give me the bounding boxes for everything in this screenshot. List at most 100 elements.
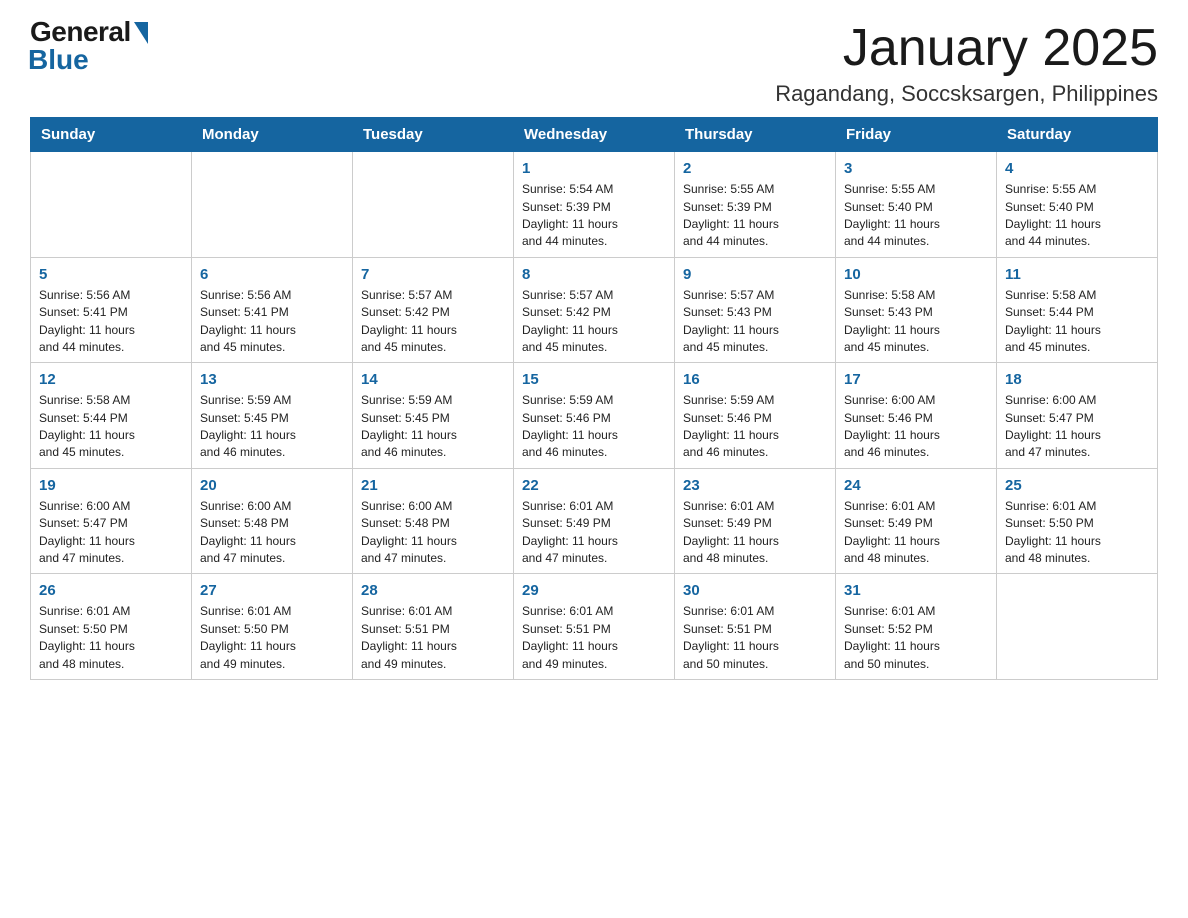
cell-day-number: 19 xyxy=(39,475,183,496)
cell-sun-info: Sunrise: 5:59 AM Sunset: 5:46 PM Dayligh… xyxy=(683,392,827,462)
cell-day-number: 14 xyxy=(361,369,505,390)
cell-sun-info: Sunrise: 5:59 AM Sunset: 5:45 PM Dayligh… xyxy=(200,392,344,462)
cell-sun-info: Sunrise: 6:01 AM Sunset: 5:52 PM Dayligh… xyxy=(844,603,988,673)
cell-day-number: 12 xyxy=(39,369,183,390)
calendar-table: SundayMondayTuesdayWednesdayThursdayFrid… xyxy=(30,117,1158,680)
calendar-cell: 31Sunrise: 6:01 AM Sunset: 5:52 PM Dayli… xyxy=(836,574,997,680)
cell-sun-info: Sunrise: 6:00 AM Sunset: 5:48 PM Dayligh… xyxy=(361,498,505,568)
cell-day-number: 31 xyxy=(844,580,988,601)
calendar-cell: 7Sunrise: 5:57 AM Sunset: 5:42 PM Daylig… xyxy=(353,257,514,363)
cell-day-number: 2 xyxy=(683,158,827,179)
cell-sun-info: Sunrise: 5:56 AM Sunset: 5:41 PM Dayligh… xyxy=(200,287,344,357)
cell-day-number: 30 xyxy=(683,580,827,601)
calendar-week-row: 19Sunrise: 6:00 AM Sunset: 5:47 PM Dayli… xyxy=(31,468,1158,574)
cell-day-number: 10 xyxy=(844,264,988,285)
calendar-cell: 18Sunrise: 6:00 AM Sunset: 5:47 PM Dayli… xyxy=(997,363,1158,469)
cell-sun-info: Sunrise: 5:55 AM Sunset: 5:40 PM Dayligh… xyxy=(844,181,988,251)
calendar-header-monday: Monday xyxy=(192,118,353,152)
calendar-week-row: 1Sunrise: 5:54 AM Sunset: 5:39 PM Daylig… xyxy=(31,152,1158,258)
cell-sun-info: Sunrise: 6:01 AM Sunset: 5:50 PM Dayligh… xyxy=(39,603,183,673)
calendar-cell xyxy=(997,574,1158,680)
cell-sun-info: Sunrise: 5:58 AM Sunset: 5:44 PM Dayligh… xyxy=(1005,287,1149,357)
cell-sun-info: Sunrise: 5:56 AM Sunset: 5:41 PM Dayligh… xyxy=(39,287,183,357)
cell-day-number: 1 xyxy=(522,158,666,179)
cell-sun-info: Sunrise: 6:01 AM Sunset: 5:51 PM Dayligh… xyxy=(361,603,505,673)
cell-sun-info: Sunrise: 6:01 AM Sunset: 5:49 PM Dayligh… xyxy=(683,498,827,568)
calendar-cell: 12Sunrise: 5:58 AM Sunset: 5:44 PM Dayli… xyxy=(31,363,192,469)
calendar-cell: 2Sunrise: 5:55 AM Sunset: 5:39 PM Daylig… xyxy=(675,152,836,258)
cell-day-number: 11 xyxy=(1005,264,1149,285)
cell-day-number: 16 xyxy=(683,369,827,390)
calendar-week-row: 5Sunrise: 5:56 AM Sunset: 5:41 PM Daylig… xyxy=(31,257,1158,363)
calendar-cell: 24Sunrise: 6:01 AM Sunset: 5:49 PM Dayli… xyxy=(836,468,997,574)
cell-day-number: 8 xyxy=(522,264,666,285)
calendar-cell: 4Sunrise: 5:55 AM Sunset: 5:40 PM Daylig… xyxy=(997,152,1158,258)
cell-day-number: 6 xyxy=(200,264,344,285)
cell-day-number: 22 xyxy=(522,475,666,496)
cell-day-number: 29 xyxy=(522,580,666,601)
calendar-cell: 30Sunrise: 6:01 AM Sunset: 5:51 PM Dayli… xyxy=(675,574,836,680)
cell-sun-info: Sunrise: 5:59 AM Sunset: 5:45 PM Dayligh… xyxy=(361,392,505,462)
calendar-cell: 5Sunrise: 5:56 AM Sunset: 5:41 PM Daylig… xyxy=(31,257,192,363)
cell-day-number: 24 xyxy=(844,475,988,496)
calendar-week-row: 26Sunrise: 6:01 AM Sunset: 5:50 PM Dayli… xyxy=(31,574,1158,680)
calendar-cell: 25Sunrise: 6:01 AM Sunset: 5:50 PM Dayli… xyxy=(997,468,1158,574)
cell-sun-info: Sunrise: 6:01 AM Sunset: 5:49 PM Dayligh… xyxy=(844,498,988,568)
calendar-cell: 9Sunrise: 5:57 AM Sunset: 5:43 PM Daylig… xyxy=(675,257,836,363)
cell-sun-info: Sunrise: 5:58 AM Sunset: 5:43 PM Dayligh… xyxy=(844,287,988,357)
calendar-cell: 8Sunrise: 5:57 AM Sunset: 5:42 PM Daylig… xyxy=(514,257,675,363)
cell-day-number: 4 xyxy=(1005,158,1149,179)
calendar-cell: 20Sunrise: 6:00 AM Sunset: 5:48 PM Dayli… xyxy=(192,468,353,574)
calendar-header-friday: Friday xyxy=(836,118,997,152)
page-subtitle: Ragandang, Soccsksargen, Philippines xyxy=(775,81,1158,107)
cell-day-number: 25 xyxy=(1005,475,1149,496)
cell-day-number: 18 xyxy=(1005,369,1149,390)
cell-day-number: 28 xyxy=(361,580,505,601)
calendar-cell: 29Sunrise: 6:01 AM Sunset: 5:51 PM Dayli… xyxy=(514,574,675,680)
calendar-cell: 26Sunrise: 6:01 AM Sunset: 5:50 PM Dayli… xyxy=(31,574,192,680)
calendar-header-tuesday: Tuesday xyxy=(353,118,514,152)
cell-sun-info: Sunrise: 6:01 AM Sunset: 5:50 PM Dayligh… xyxy=(200,603,344,673)
logo: General Blue xyxy=(30,20,148,76)
cell-day-number: 23 xyxy=(683,475,827,496)
cell-day-number: 5 xyxy=(39,264,183,285)
cell-sun-info: Sunrise: 5:54 AM Sunset: 5:39 PM Dayligh… xyxy=(522,181,666,251)
cell-sun-info: Sunrise: 6:00 AM Sunset: 5:47 PM Dayligh… xyxy=(1005,392,1149,462)
logo-triangle-icon xyxy=(134,22,148,44)
cell-day-number: 20 xyxy=(200,475,344,496)
cell-day-number: 27 xyxy=(200,580,344,601)
title-block: January 2025 Ragandang, Soccsksargen, Ph… xyxy=(775,20,1158,107)
calendar-cell: 22Sunrise: 6:01 AM Sunset: 5:49 PM Dayli… xyxy=(514,468,675,574)
calendar-cell: 23Sunrise: 6:01 AM Sunset: 5:49 PM Dayli… xyxy=(675,468,836,574)
calendar-week-row: 12Sunrise: 5:58 AM Sunset: 5:44 PM Dayli… xyxy=(31,363,1158,469)
calendar-cell: 1Sunrise: 5:54 AM Sunset: 5:39 PM Daylig… xyxy=(514,152,675,258)
cell-day-number: 26 xyxy=(39,580,183,601)
calendar-cell: 6Sunrise: 5:56 AM Sunset: 5:41 PM Daylig… xyxy=(192,257,353,363)
cell-day-number: 21 xyxy=(361,475,505,496)
cell-sun-info: Sunrise: 5:58 AM Sunset: 5:44 PM Dayligh… xyxy=(39,392,183,462)
cell-sun-info: Sunrise: 6:01 AM Sunset: 5:51 PM Dayligh… xyxy=(522,603,666,673)
calendar-cell: 3Sunrise: 5:55 AM Sunset: 5:40 PM Daylig… xyxy=(836,152,997,258)
cell-day-number: 13 xyxy=(200,369,344,390)
calendar-cell: 19Sunrise: 6:00 AM Sunset: 5:47 PM Dayli… xyxy=(31,468,192,574)
calendar-header-row: SundayMondayTuesdayWednesdayThursdayFrid… xyxy=(31,118,1158,152)
calendar-cell xyxy=(31,152,192,258)
calendar-cell xyxy=(353,152,514,258)
calendar-cell: 14Sunrise: 5:59 AM Sunset: 5:45 PM Dayli… xyxy=(353,363,514,469)
cell-sun-info: Sunrise: 6:01 AM Sunset: 5:51 PM Dayligh… xyxy=(683,603,827,673)
cell-day-number: 15 xyxy=(522,369,666,390)
calendar-header-sunday: Sunday xyxy=(31,118,192,152)
cell-sun-info: Sunrise: 6:01 AM Sunset: 5:49 PM Dayligh… xyxy=(522,498,666,568)
cell-day-number: 9 xyxy=(683,264,827,285)
cell-sun-info: Sunrise: 6:00 AM Sunset: 5:46 PM Dayligh… xyxy=(844,392,988,462)
page-title: January 2025 xyxy=(775,20,1158,77)
cell-sun-info: Sunrise: 6:00 AM Sunset: 5:47 PM Dayligh… xyxy=(39,498,183,568)
cell-sun-info: Sunrise: 5:57 AM Sunset: 5:42 PM Dayligh… xyxy=(361,287,505,357)
cell-day-number: 7 xyxy=(361,264,505,285)
cell-sun-info: Sunrise: 6:00 AM Sunset: 5:48 PM Dayligh… xyxy=(200,498,344,568)
calendar-cell: 28Sunrise: 6:01 AM Sunset: 5:51 PM Dayli… xyxy=(353,574,514,680)
cell-sun-info: Sunrise: 6:01 AM Sunset: 5:50 PM Dayligh… xyxy=(1005,498,1149,568)
calendar-cell: 10Sunrise: 5:58 AM Sunset: 5:43 PM Dayli… xyxy=(836,257,997,363)
calendar-cell: 11Sunrise: 5:58 AM Sunset: 5:44 PM Dayli… xyxy=(997,257,1158,363)
calendar-header-saturday: Saturday xyxy=(997,118,1158,152)
